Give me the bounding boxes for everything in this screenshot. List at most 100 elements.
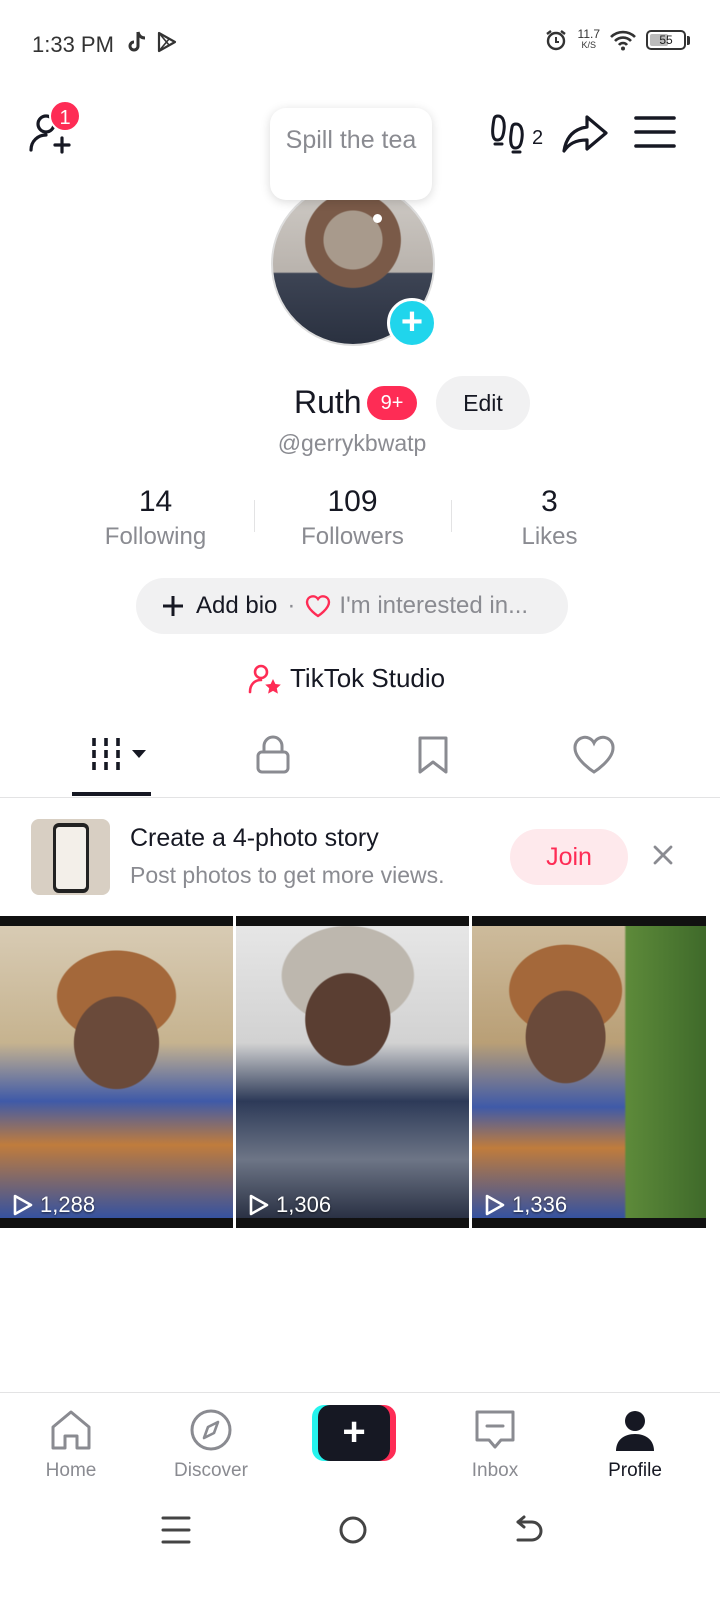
view-count: 1,336 [512,1192,568,1217]
promo-title: Create a 4-photo story [130,824,379,852]
battery-icon: 55 [646,30,686,50]
avatar-container[interactable]: + [271,182,437,348]
status-time: 1:33 PM [32,32,114,57]
add-story-icon[interactable]: + [387,298,437,348]
video-view-count: 1,306 [248,1192,331,1218]
nav-discover-label: Discover [174,1460,248,1481]
play-store-icon [157,31,177,53]
stat-label: Likes [521,523,578,550]
back-icon[interactable] [510,1512,546,1548]
studio-label: TikTok Studio [290,662,446,693]
tab-saved[interactable] [416,734,452,780]
add-bio-label: Add bio [196,592,278,619]
stat-value: 109 [327,485,378,518]
stat-value: 14 [138,485,173,518]
tab-videos[interactable] [90,734,150,780]
video-view-count: 1,336 [484,1192,567,1218]
battery-indicator: 55 [646,30,690,50]
stat-likes[interactable]: 3 Likes [451,484,648,556]
compass-icon [190,1409,232,1451]
notification-badge: 1 [49,100,81,132]
home-circle-icon[interactable] [335,1512,371,1548]
phone-illustration [53,823,89,893]
grid-icon [92,738,146,770]
video-thumbnail[interactable]: 1,336 [472,916,706,1228]
promo-thumbnail [31,819,110,895]
studio-icon [248,664,281,694]
status-left-icons [126,30,178,54]
profile-views-button[interactable]: 2 [490,110,543,154]
menu-icon[interactable] [634,112,676,152]
net-speed: 11.7 K/S [577,27,600,51]
nav-home[interactable]: Home [16,1407,126,1482]
status-right-icons: 11.7 K/S 55 [544,28,690,52]
name-badge[interactable]: 9+ [367,386,417,420]
view-count: 1,288 [40,1192,96,1217]
recent-apps-icon[interactable] [158,1512,194,1548]
edit-profile-button[interactable]: Edit [436,376,530,430]
profile-icon [616,1411,654,1451]
nav-inbox[interactable]: Inbox [440,1407,550,1482]
photo-story-promo: Create a 4-photo story Post photos to ge… [0,800,720,912]
username-handle: @gerrykbwatp [277,430,427,456]
wifi-icon [610,30,636,51]
view-count: 1,306 [276,1192,332,1217]
inbox-icon [475,1410,515,1449]
stat-label: Following [104,523,207,550]
play-icon [249,1194,269,1216]
share-icon[interactable] [560,108,610,158]
battery-level: 55 [659,33,673,47]
net-speed-unit: K/S [581,40,597,50]
footprints-count: 2 [532,127,544,149]
system-navigation [0,1500,720,1600]
join-button[interactable]: Join [510,829,628,885]
create-button[interactable]: + [312,1405,396,1461]
play-icon [13,1194,33,1216]
video-image [472,926,706,1218]
stat-followers[interactable]: 109 Followers [254,484,451,556]
tiktok-studio-link[interactable]: TikTok Studio [248,658,445,698]
tiktok-icon [128,31,146,52]
name-row: Ruth 9+ Edit [0,376,720,432]
play-icon [485,1194,505,1216]
interests-button[interactable]: I'm interested in... [305,592,528,620]
promo-subtitle: Post photos to get more views. [130,862,445,888]
add-bio-button[interactable]: Add bio [162,592,277,620]
nav-profile-label: Profile [608,1460,662,1481]
nav-home-label: Home [45,1460,97,1481]
video-view-count: 1,288 [12,1192,95,1218]
profile-stats: 14 Following 109 Followers 3 Likes [57,484,649,556]
video-thumbnail[interactable]: 1,288 [0,916,233,1228]
active-tab-indicator [72,792,151,796]
bio-pill[interactable]: Add bio · I'm interested in... [136,578,568,634]
phone-screen [56,827,86,889]
lock-icon [256,735,290,774]
bubble-tail [373,214,382,223]
net-speed-value: 11.7 [577,27,600,41]
nav-profile[interactable]: Profile [580,1407,690,1482]
nav-discover[interactable]: Discover [156,1407,266,1482]
home-icon [51,1410,91,1450]
battery-tip [687,35,690,45]
nav-inbox-label: Inbox [471,1460,519,1481]
footprints-icon [491,114,524,154]
heart-outline-icon [573,735,615,774]
display-name: Ruth [294,384,362,420]
interests-label: I'm interested in... [339,592,529,619]
alarm-icon [545,30,566,51]
stat-label: Followers [301,523,404,550]
stat-value: 3 [541,485,558,518]
plus-icon [163,596,183,616]
video-grid: 1,288 1,306 1,336 [0,916,720,1228]
stat-following[interactable]: 14 Following [57,484,254,556]
plus-icon: + [318,1405,390,1461]
content-tabs [0,720,720,798]
tab-private[interactable] [254,734,292,780]
note-bubble[interactable]: Spill the tea [270,108,432,200]
close-icon[interactable] [648,840,678,870]
video-image [236,926,469,1218]
bio-separator: · [287,592,296,619]
bottom-navigation: Home Discover + Inbox Profile [0,1392,720,1492]
tab-liked[interactable] [572,734,616,780]
video-thumbnail[interactable]: 1,306 [236,916,469,1228]
